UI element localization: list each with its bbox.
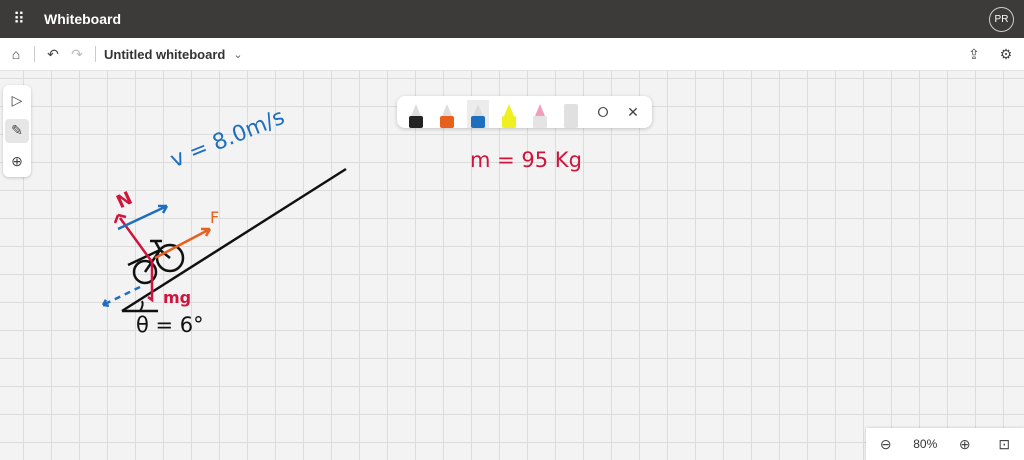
eraser[interactable] bbox=[529, 100, 551, 128]
left-toolbar: ▷ ✎ ⊕ bbox=[3, 85, 31, 177]
zoom-in-icon[interactable]: ⊕ bbox=[953, 432, 977, 456]
force-label: F bbox=[210, 208, 220, 227]
ruler[interactable] bbox=[560, 100, 582, 128]
mass-label: m = 95 Kg bbox=[470, 148, 582, 172]
black-pen[interactable] bbox=[405, 100, 427, 128]
zoom-controls: ⊖ 80% ⊕ ⊡ bbox=[866, 428, 1024, 460]
add-icon[interactable]: ⊕ bbox=[5, 150, 29, 174]
weight-label: mg bbox=[163, 288, 192, 307]
yellow-highlighter[interactable] bbox=[498, 100, 520, 128]
pen-tray: ⭘ ✕ bbox=[397, 96, 652, 128]
lasso-select-icon[interactable]: ⭘ bbox=[591, 100, 615, 124]
close-icon[interactable]: ✕ bbox=[621, 100, 645, 124]
orange-pen[interactable] bbox=[436, 100, 458, 128]
select-pointer-icon[interactable]: ▷ bbox=[5, 88, 29, 112]
ink-drawing bbox=[101, 167, 347, 313]
angle-arc bbox=[139, 300, 144, 312]
blue-pen[interactable] bbox=[467, 100, 489, 128]
angle-label: θ = 6° bbox=[136, 313, 204, 337]
pen-tool-icon[interactable]: ✎ bbox=[5, 118, 29, 143]
zoom-level: 80% bbox=[913, 437, 938, 451]
zoom-out-icon[interactable]: ⊖ bbox=[874, 432, 898, 456]
fit-to-screen-icon[interactable]: ⊡ bbox=[992, 432, 1016, 456]
